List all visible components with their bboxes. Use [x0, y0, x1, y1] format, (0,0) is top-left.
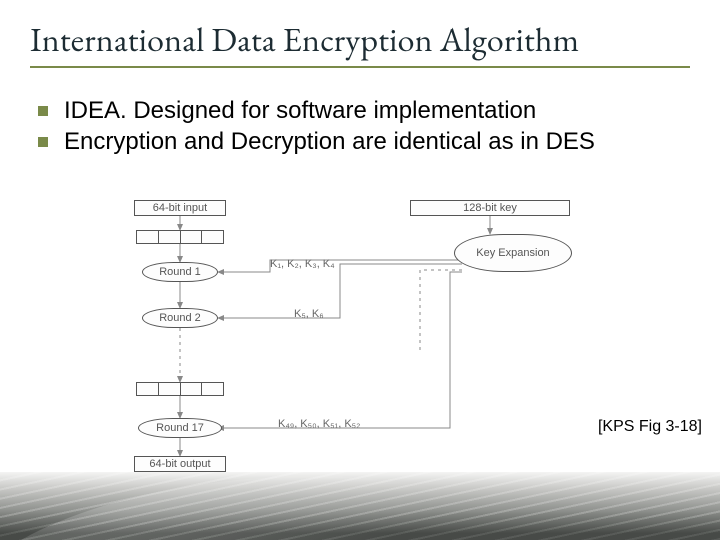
slide-title: International Data Encryption Algorithm [30, 18, 690, 62]
round-2-oval: Round 2 [142, 308, 218, 328]
bullet-text: Encryption and Decryption are identical … [64, 127, 595, 156]
decorative-bottom-strip [0, 472, 720, 540]
block-split-upper [136, 230, 224, 244]
key-expansion-oval: Key Expansion [454, 234, 572, 272]
key-box: 128-bit key [410, 200, 570, 216]
bullet-list: IDEA. Designed for software implementati… [30, 96, 690, 157]
round-2-keys-label: K₅, K₆ [294, 308, 324, 320]
square-bullet-icon [38, 106, 48, 116]
idea-diagram: 64-bit input 128-bit key Key Expansion R… [120, 200, 660, 480]
round-17-keys-label: K₄₉, K₅₀, K₅₁, K₅₂ [278, 418, 360, 430]
block-split-lower [136, 382, 224, 396]
input-box: 64-bit input [134, 200, 226, 216]
output-box: 64-bit output [134, 456, 226, 472]
figure-citation: [KPS Fig 3-18] [598, 418, 702, 436]
bullet-text: IDEA. Designed for software implementati… [64, 96, 536, 125]
round-1-oval: Round 1 [142, 262, 218, 282]
round-1-keys-label: K₁, K₂, K₃, K₄ [270, 258, 335, 270]
bullet-item: IDEA. Designed for software implementati… [38, 96, 690, 125]
slide-root: International Data Encryption Algorithm … [0, 0, 720, 540]
title-underline [30, 66, 690, 68]
bullet-item: Encryption and Decryption are identical … [38, 127, 690, 156]
square-bullet-icon [38, 137, 48, 147]
round-17-oval: Round 17 [138, 418, 222, 438]
